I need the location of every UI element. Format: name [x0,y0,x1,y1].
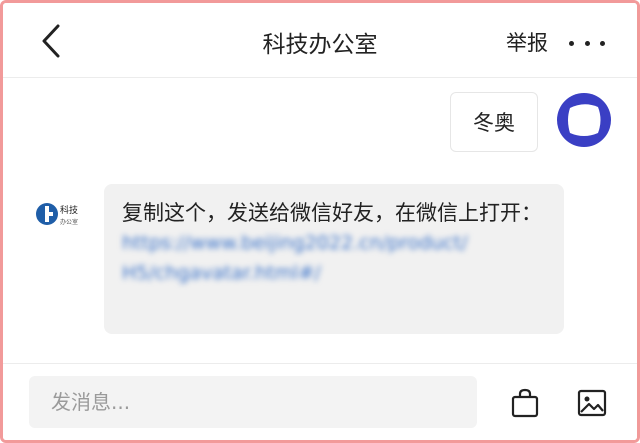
shopping-bag-icon [511,388,539,418]
user-avatar[interactable] [556,92,612,148]
app-window: 科技办公室 举报 冬奥 科技 办公室 复制这个，发送给微信好友，在微信上打开： … [0,0,640,443]
image-button[interactable] [575,386,609,420]
more-horizontal-icon [600,40,605,46]
more-horizontal-icon [584,40,590,46]
chat-area[interactable]: 冬奥 科技 办公室 复制这个，发送给微信好友，在微信上打开： https://w… [3,78,637,363]
incoming-message-bubble[interactable]: 复制这个，发送给微信好友，在微信上打开： https://www.beijing… [104,184,564,334]
office-logo-icon: 科技 办公室 [31,186,87,242]
message-link-line-1[interactable]: https://www.beijing2022.cn/product/ [122,228,546,258]
outgoing-message-bubble[interactable]: 冬奥 [450,92,538,152]
back-button[interactable] [33,21,69,61]
message-composer [3,363,637,440]
office-logo-text-2: 办公室 [60,218,78,226]
chevron-left-icon [42,24,60,58]
message-input[interactable] [29,376,477,428]
office-logo-text-1: 科技 [60,204,78,216]
image-icon [577,389,607,417]
more-button[interactable] [569,31,605,55]
more-horizontal-icon [569,40,574,46]
incoming-message-text: 复制这个，发送给微信好友，在微信上打开： [122,201,542,225]
report-button[interactable]: 举报 [506,27,548,57]
user-avatar-icon [557,93,611,147]
top-nav-bar: 科技办公室 举报 [3,3,637,78]
outgoing-message-text: 冬奥 [473,111,515,135]
shopping-bag-button[interactable] [508,386,542,420]
office-avatar[interactable]: 科技 办公室 [31,186,87,242]
message-link-line-2[interactable]: H5/chgavatar.html#/ [122,258,546,288]
